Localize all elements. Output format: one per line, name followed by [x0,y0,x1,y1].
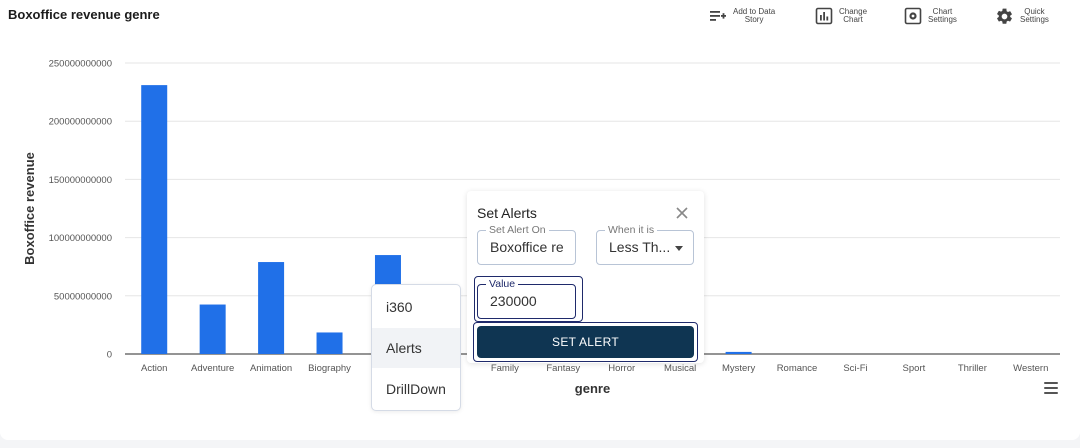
value-label: Value [486,278,519,290]
set-alert-on-label: Set Alert On [486,224,549,236]
close-icon[interactable] [674,205,690,221]
x-tick-label: Biography [308,363,351,374]
bar[interactable] [725,351,752,354]
add-list-icon [710,11,726,21]
chevron-down-icon [675,246,683,251]
gear-icon [997,8,1012,24]
y-tick-label: 250000000000 [49,59,112,70]
value-input-text: 230000 [490,293,537,309]
menu-item-i360[interactable]: i360 [372,287,460,327]
x-tick-label: Mystery [722,363,756,374]
y-axis-ticks: 250000000000 200000000000 150000000000 1000… [49,59,112,361]
x-tick-label: Animation [250,363,292,374]
settings-box-icon [904,7,922,25]
bar[interactable] [199,304,226,354]
y-tick-label: 150000000000 [49,175,112,186]
chart-settings-button[interactable]: Chart Settings [904,4,957,28]
y-axis-title: Boxoffice revenue [22,152,37,265]
x-axis-title: genre [575,381,610,396]
x-tick-label: Musical [664,363,696,374]
change-chart-label: Change Chart [839,7,868,24]
set-alert-button[interactable]: SET ALERT [477,326,694,358]
menu-item-alerts[interactable]: Alerts [372,328,460,368]
set-alerts-title: Set Alerts [477,205,537,221]
quick-settings-button[interactable]: Quick Settings [995,4,1049,28]
x-tick-label: Thriller [958,363,987,374]
context-menu: i360 Alerts DrillDown [371,284,461,411]
x-tick-label: Horror [608,363,635,374]
bar[interactable] [258,262,285,354]
y-tick-label: 200000000000 [49,117,112,128]
set-alerts-panel: Set Alerts Set Alert On Boxoffice re Whe… [467,191,704,363]
bar[interactable] [141,85,168,354]
x-tick-label: Adventure [191,363,234,374]
when-it-is-value: Less Th... [609,239,671,255]
x-tick-label: Action [141,363,167,374]
chart-menu-icon[interactable] [1044,382,1058,394]
y-tick-label: 50000000000 [54,291,112,302]
quick-settings-label: Quick Settings [1020,7,1049,24]
set-alert-on-value: Boxoffice re [490,239,564,255]
when-it-is-label: When it is [605,224,658,236]
add-to-data-story-label: Add to Data Story [733,7,776,24]
add-to-data-story-button[interactable]: Add to Data Story [709,4,775,28]
x-tick-label: Western [1013,363,1048,374]
y-tick-label: 100000000000 [49,233,112,244]
change-chart-button[interactable]: Change Chart [815,4,867,28]
chart-title: Boxoffice revenue genre [8,7,160,22]
y-tick-label: 0 [107,350,112,361]
set-alert-on-field[interactable]: Set Alert On Boxoffice re [477,224,576,265]
x-tick-label: Sci-Fi [843,363,867,374]
bar[interactable] [316,332,343,354]
x-tick-label: Sport [903,363,926,374]
bar-chart-icon [815,7,833,25]
x-tick-label: Family [491,363,519,374]
value-input[interactable]: Value 230000 [477,278,576,319]
x-axis-ticks: ActionAdventureAnimationBiographyComDram… [141,363,1048,374]
when-it-is-select[interactable]: When it is Less Th... [596,224,694,265]
x-tick-label: Romance [777,363,818,374]
menu-item-drilldown[interactable]: DrillDown [372,369,460,409]
x-tick-label: Fantasy [546,363,580,374]
chart-settings-label: Chart Settings [928,7,957,24]
